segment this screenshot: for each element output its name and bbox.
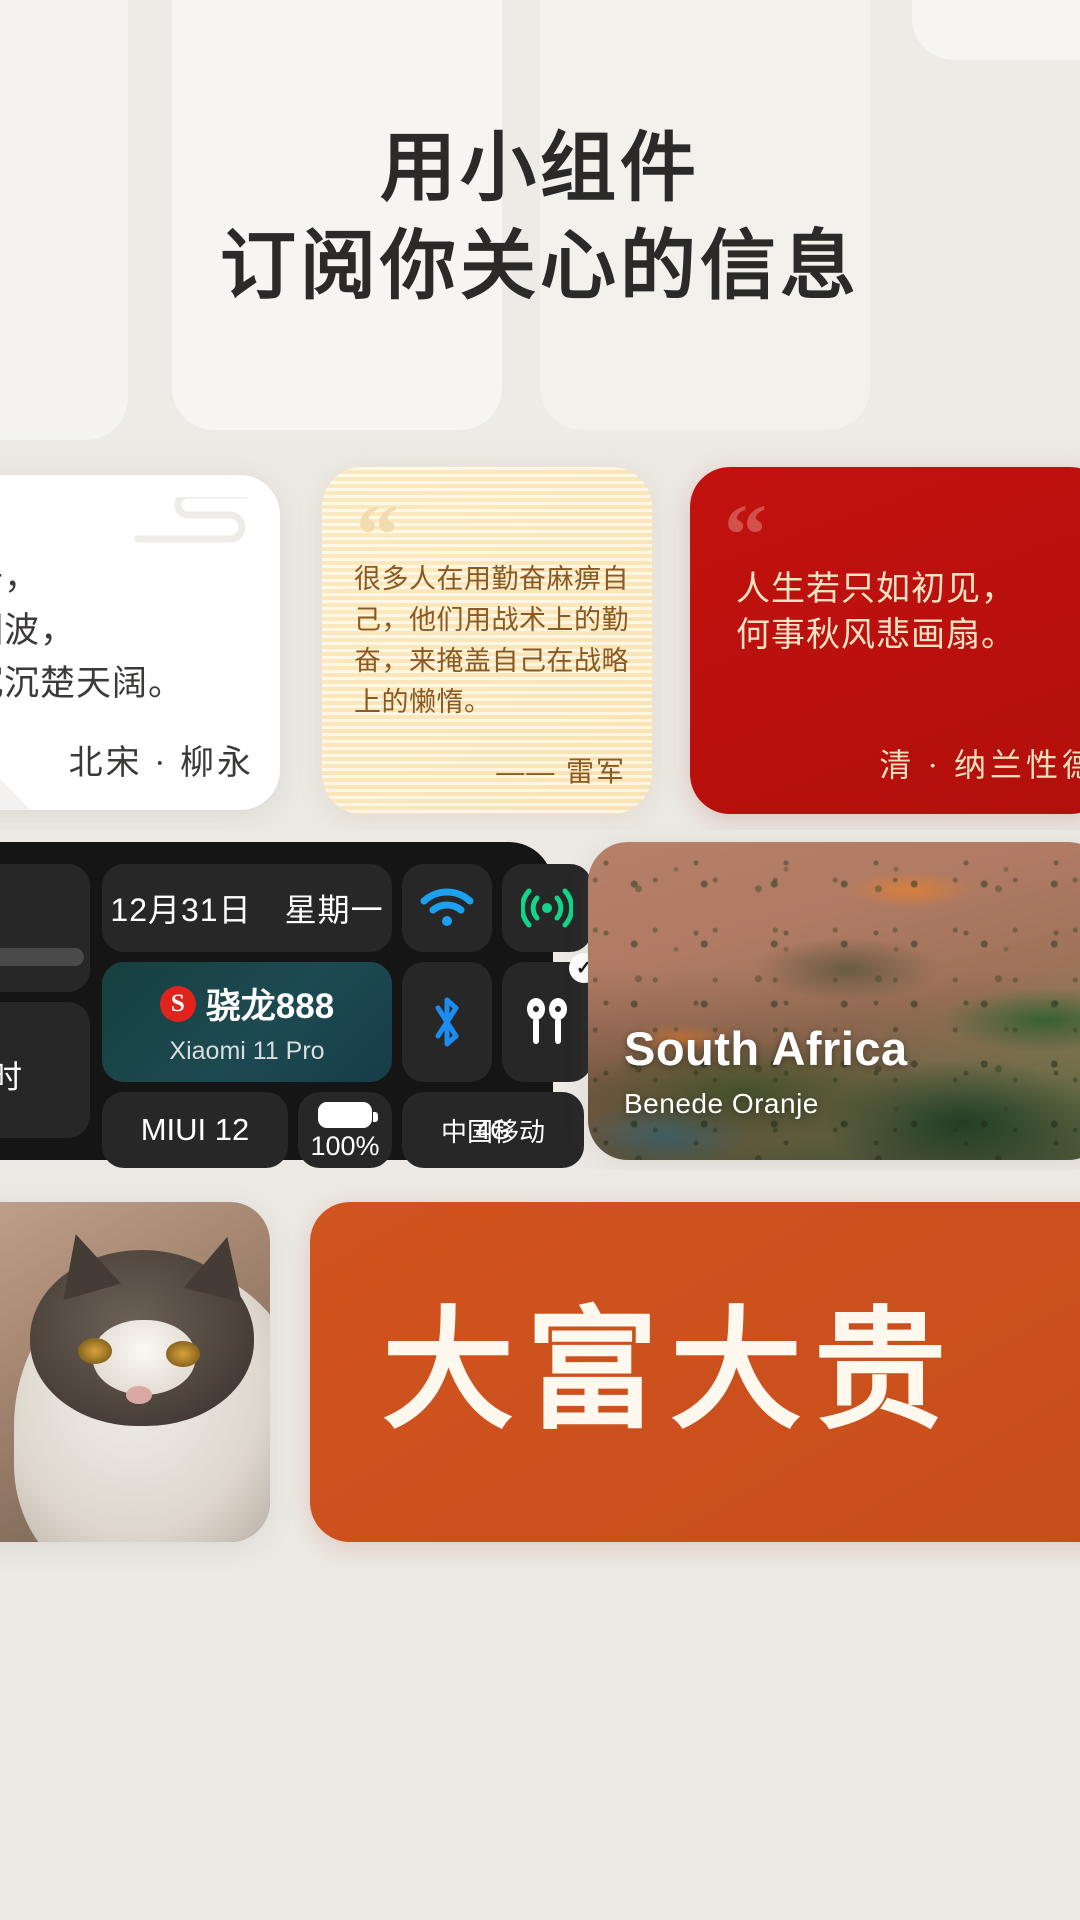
map-widget-card[interactable]: South Africa Benede Oranje [588, 842, 1080, 1160]
quote-cards-row: 念去去， 千里烟波， 暮霭沉沉楚天阔。 北宋 · 柳永 “ 很多人在用勤奋麻痹自… [0, 440, 1080, 830]
wifi-icon [402, 864, 492, 952]
tile-wifi[interactable] [402, 864, 492, 952]
fortune-text: 大富大贵 [382, 1298, 958, 1445]
fortune-widget-card[interactable]: 大富大贵 [310, 1202, 1080, 1542]
chipset-row: 骁龙888 [102, 978, 392, 1029]
tile-remaining-time[interactable]: 剩 余 [0, 864, 90, 992]
miui-label: MIUI 12 [140, 1112, 250, 1147]
headline-line-1: 用小组件 [380, 127, 700, 211]
widgets-row: 剩 余 小时 12月31日 星期一 骁龙888 Xiaomi 11 Pro MI… [0, 830, 1080, 1170]
tile-miui-version[interactable]: MIUI 12 [102, 1092, 288, 1168]
quote-mark-icon: “ [724, 486, 767, 582]
quote-widget-yellow[interactable]: “ 很多人在用勤奋麻痹自己，他们用战术上的勤奋，来掩盖自己在战略上的懒惰。 ——… [322, 467, 652, 814]
quote-attribution: 清 · 纳兰性德 [879, 747, 1080, 783]
tile-date[interactable]: 12月31日 星期一 [102, 864, 392, 952]
chipset-name: 骁龙888 [205, 987, 335, 1026]
map-subtitle: Benede Oranje [624, 1088, 819, 1119]
tile-chipset[interactable]: 骁龙888 Xiaomi 11 Pro [102, 962, 392, 1082]
tile-bluetooth[interactable] [402, 962, 492, 1082]
device-info-widget[interactable]: 剩 余 小时 12月31日 星期一 骁龙888 Xiaomi 11 Pro MI… [0, 842, 599, 1168]
poem-widget-card[interactable]: 念去去， 千里烟波， 暮霭沉沉楚天阔。 北宋 · 柳永 [0, 475, 280, 810]
tile-earbuds[interactable]: ✓ [502, 953, 599, 1082]
quote-attribution: —— 雷军 [496, 756, 626, 787]
page-title: 用小组件 订阅你关心的信息 [0, 122, 1080, 318]
bluetooth-icon [402, 962, 492, 1082]
cellular-signal-icon [502, 864, 592, 952]
cat-nose [126, 1385, 152, 1404]
map-title: South Africa [624, 1022, 908, 1075]
cloud-swirl-icon [134, 497, 249, 543]
battery-label: 100% [310, 1131, 380, 1161]
progress-bar [0, 948, 84, 966]
hero-section: 用小组件 订阅你关心的信息 [0, 0, 1080, 440]
tile-carrier[interactable]: 中国移动 4G [402, 1092, 584, 1168]
bottom-row: 大富大贵 [0, 1170, 1080, 1920]
quote-text: 人生若只如初见， 何事秋风悲画扇。 [736, 571, 1016, 654]
tile-battery[interactable]: 100% [298, 1092, 392, 1168]
network-label: 4G [475, 1114, 511, 1145]
photo-widget-card[interactable] [0, 1202, 270, 1542]
snapdragon-icon [159, 985, 196, 1022]
headline-line-2: 订阅你关心的信息 [220, 225, 860, 309]
cat-eye-left [78, 1338, 112, 1364]
tile-hours[interactable]: 小时 [0, 1002, 90, 1138]
device-name: Xiaomi 11 Pro [169, 1037, 325, 1065]
hours-label: 小时 [0, 1059, 23, 1095]
poem-text: 念去去， 千里烟波， 暮霭沉沉楚天阔。 [0, 558, 185, 703]
quote-text: 很多人在用勤奋麻痹自己，他们用战术上的勤奋，来掩盖自己在战略上的懒惰。 [354, 564, 629, 717]
tile-cellular-signal[interactable] [502, 864, 592, 952]
hero-bg-card-4 [912, 0, 1080, 60]
quote-widget-red[interactable]: “ 人生若只如初见， 何事秋风悲画扇。 清 · 纳兰性德 [690, 467, 1080, 814]
poem-attribution: 北宋 · 柳永 [68, 745, 254, 782]
battery-icon [318, 1102, 378, 1128]
date-label: 12月31日 星期一 [110, 892, 384, 928]
carrier-row: 中国移动 4G [402, 1092, 584, 1168]
